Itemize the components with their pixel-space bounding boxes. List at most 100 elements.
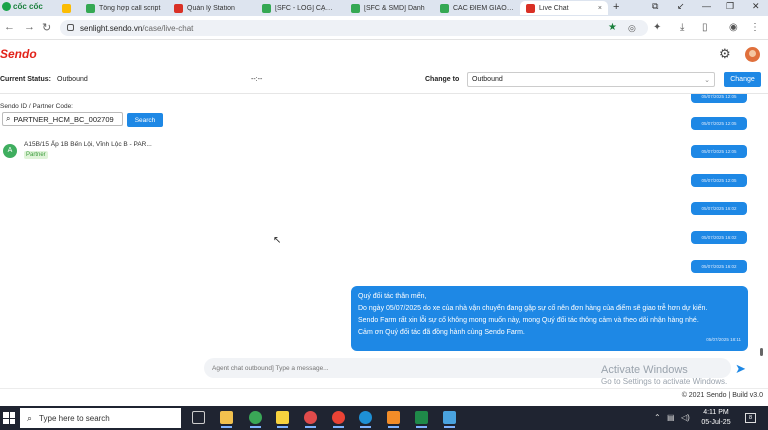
drive-icon xyxy=(62,3,71,13)
file-explorer-icon[interactable] xyxy=(220,411,233,428)
message-line: Sendo Farm rất xin lỗi sự cố không mong … xyxy=(358,317,699,324)
change-button[interactable]: Change xyxy=(724,72,761,87)
download-icon[interactable]: ⤓ xyxy=(680,22,684,33)
gear-icon[interactable]: ⚙ xyxy=(719,46,731,62)
download-arrow-icon[interactable]: ↙ xyxy=(677,1,685,12)
tab-live-chat[interactable]: Live Chat × xyxy=(520,1,608,15)
close-tab-icon[interactable]: × xyxy=(598,5,602,12)
search-button[interactable]: Search xyxy=(127,113,163,127)
app-blue-icon[interactable] xyxy=(443,411,456,428)
tab-cac-diem[interactable]: CÁC ĐIỂM GIAO TR xyxy=(434,1,520,15)
excel-icon[interactable] xyxy=(415,411,428,428)
shield-icon[interactable]: ◎ xyxy=(628,23,636,34)
volume-icon[interactable]: ◁) xyxy=(681,413,690,422)
conversation-title: A15B/15 Ấp 1B Bến Lội, Vĩnh Lộc B - PAR.… xyxy=(24,141,152,148)
notification-icon[interactable]: 8 xyxy=(745,413,756,423)
chat-messages: 05/07/2025 12:05 05/07/2025 12:05 05/07/… xyxy=(186,94,758,356)
copy-icon[interactable]: ⧉ xyxy=(652,1,658,12)
reload-icon[interactable]: ↻ xyxy=(42,21,51,34)
scrollbar-thumb[interactable] xyxy=(760,348,763,356)
footer-text: © 2021 Sendo | Build v3.0 xyxy=(681,392,763,399)
tab-label: [SFC & SMD] Danh xyxy=(364,4,425,12)
menu-icon[interactable]: ⋮ xyxy=(750,22,760,33)
activate-windows-watermark: Activate Windows Go to Settings to activ… xyxy=(601,364,727,386)
address-bar[interactable]: senlight.sendo.vn/case/live-chat ★ ◎ xyxy=(60,20,648,36)
url-text[interactable]: senlight.sendo.vn/case/live-chat xyxy=(80,24,193,33)
tab-label: Tổng hợp call script xyxy=(99,4,161,12)
windows-start-icon[interactable] xyxy=(3,412,15,424)
back-icon[interactable]: ← xyxy=(4,21,15,33)
browser-brand[interactable]: cốc cốc xyxy=(2,2,43,11)
tab-label: CÁC ĐIỂM GIAO TR xyxy=(453,4,514,12)
extensions-icon[interactable]: ✦ xyxy=(653,22,661,33)
search-icon: ⌕ xyxy=(6,114,11,123)
tab-drive[interactable] xyxy=(56,1,78,15)
url-host: senlight.sendo.vn xyxy=(80,24,143,33)
show-hidden-icons-icon[interactable]: ⌃ xyxy=(654,413,661,422)
partner-code-input[interactable]: ⌕ PARTNER_HCM_BC_002709 xyxy=(2,112,123,126)
sheets-icon xyxy=(86,3,95,13)
tab-call-script[interactable]: Tổng hợp call script xyxy=(80,1,167,15)
site-info-icon[interactable] xyxy=(67,24,74,31)
clock-date: 05-Jul-25 xyxy=(701,419,731,426)
watermark-line2: Go to Settings to activate Windows. xyxy=(601,377,728,386)
status-timer: --:-- xyxy=(251,76,263,83)
chat-scrollbar[interactable] xyxy=(759,94,763,364)
chrome-icon[interactable] xyxy=(332,411,345,428)
message-time: 05/07/2025 12:05 xyxy=(701,178,737,183)
profile-icon[interactable]: ◉ xyxy=(729,22,738,33)
coccoc-logo-icon xyxy=(2,2,11,11)
sidebar-icon[interactable]: ▯ xyxy=(702,22,708,33)
message-bubble-main: Quý đối tác thân mến, Do ngày 05/07/2025… xyxy=(351,286,748,351)
message-bubble: 05/07/2025 12:05 xyxy=(691,145,747,158)
bookmark-star-icon[interactable]: ★ xyxy=(608,22,617,33)
sendo-logo[interactable]: Sendo xyxy=(0,47,37,61)
watermark-line1: Activate Windows xyxy=(601,364,688,376)
task-view-icon[interactable] xyxy=(192,411,205,424)
conversation-panel: Sendo ID / Partner Code: ⌕ PARTNER_HCM_B… xyxy=(0,94,185,384)
tab-sfc-smd[interactable]: [SFC & SMD] Danh xyxy=(345,1,431,15)
url-path: /case/live-chat xyxy=(142,24,194,33)
sheets-icon xyxy=(262,3,271,13)
message-bubble: 05/07/2025 12:05 xyxy=(691,117,747,130)
change-to-label: Change to xyxy=(425,76,460,83)
conversation-item[interactable]: A A15B/15 Ấp 1B Bến Lội, Vĩnh Lộc B - PA… xyxy=(2,139,182,165)
minimize-icon[interactable]: — xyxy=(702,1,711,11)
tab-label: Live Chat xyxy=(539,4,569,12)
partner-code-label: Sendo ID / Partner Code: xyxy=(0,103,73,110)
tab-sfc-log[interactable]: [SFC - LOG] CẬP NHẬ xyxy=(256,1,342,15)
forward-icon[interactable]: → xyxy=(24,21,35,33)
search-icon: ⌕ xyxy=(27,412,33,423)
windows-taskbar: ⌕ Type here to search ⌃ ▤ ◁) 4:11 PM 05-… xyxy=(0,406,768,430)
message-time: 05/07/2025 16:02 xyxy=(701,235,737,240)
app-orange-icon[interactable] xyxy=(387,411,400,428)
change-to-select[interactable]: Outbound ⌄ xyxy=(467,72,715,87)
taskbar-search[interactable]: ⌕ Type here to search xyxy=(20,408,181,428)
send-icon[interactable]: ➤ xyxy=(735,361,746,377)
browser-toolbar: ← → ↻ senlight.sendo.vn/case/live-chat ★… xyxy=(0,16,768,40)
taskbar-clock[interactable]: 4:11 PM 05-Jul-25 xyxy=(696,408,736,428)
message-bubble: 05/07/2025 16:02 xyxy=(691,260,747,273)
tab-station[interactable]: Quản lý Station xyxy=(168,1,254,15)
sheets-icon xyxy=(351,3,360,13)
new-tab-button[interactable]: + xyxy=(613,1,619,13)
sticky-notes-icon[interactable] xyxy=(276,411,289,428)
app-footer: © 2021 Sendo | Build v3.0 xyxy=(0,388,768,403)
message-bubble: 05/07/2025 16:02 xyxy=(691,202,747,215)
partner-code-value: PARTNER_HCM_BC_002709 xyxy=(13,114,114,124)
network-icon[interactable]: ▤ xyxy=(667,413,675,422)
maximize-icon[interactable]: ❐ xyxy=(726,1,734,12)
coccoc-taskbar-icon[interactable] xyxy=(249,411,262,428)
message-time: 05/07/2025 16:02 xyxy=(701,264,737,269)
status-bar: Current Status: Outbound --:-- Change to… xyxy=(0,68,768,94)
avatar[interactable] xyxy=(745,47,760,62)
message-time: 05/07/2025 12:05 xyxy=(701,94,737,99)
message-line: Cảm ơn Quý đối tác đã đồng hành cùng Sen… xyxy=(358,329,525,336)
close-window-icon[interactable]: ✕ xyxy=(752,1,760,12)
sendo-favicon-icon xyxy=(174,3,183,13)
browser-brand-label: cốc cốc xyxy=(13,2,43,11)
app-icon[interactable] xyxy=(304,411,317,428)
edge-icon[interactable] xyxy=(359,411,372,428)
taskbar-search-placeholder: Type here to search xyxy=(39,413,110,423)
app-header: Sendo ⚙ xyxy=(0,40,768,68)
